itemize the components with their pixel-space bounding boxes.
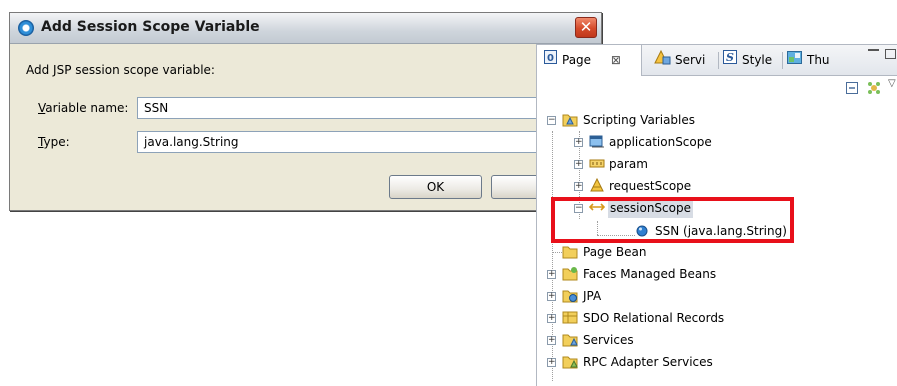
rpc-adapter-icon — [562, 354, 578, 369]
tab-close-icon[interactable]: ⊠ — [611, 53, 621, 67]
expand-toggle-icon[interactable]: + — [574, 182, 583, 191]
tab-separator — [782, 52, 783, 69]
collapse-toggle-icon[interactable]: − — [547, 116, 556, 125]
dialog-description: Add JSP session scope variable: — [26, 63, 215, 77]
style-icon: S — [723, 46, 738, 76]
expand-toggle-icon[interactable]: + — [547, 358, 556, 367]
collapse-all-icon[interactable] — [846, 82, 859, 98]
tree-label: requestScope — [609, 179, 692, 193]
thumbnails-icon — [787, 46, 803, 76]
page-view-icon: 0 — [544, 46, 558, 76]
maximize-icon[interactable] — [885, 49, 896, 59]
tree-label: applicationScope — [609, 135, 712, 149]
minimize-icon[interactable] — [868, 49, 879, 59]
view-toolbar: ▽ — [537, 76, 897, 102]
type-input[interactable]: java.lang.String — [137, 131, 597, 153]
jpa-icon — [562, 288, 578, 303]
highlight-box — [551, 197, 794, 243]
param-icon — [589, 156, 605, 171]
tab-page[interactable]: 0 Page ⊠ — [537, 45, 642, 76]
services-icon — [653, 46, 671, 76]
sdo-records-icon — [562, 310, 578, 325]
application-scope-icon — [589, 134, 605, 149]
close-button[interactable]: ✕ — [575, 17, 597, 38]
tab-page-label: Page — [562, 53, 592, 67]
tree-label: Scripting Variables — [583, 113, 696, 127]
add-session-scope-variable-dialog: Add Session Scope Variable ✕ Add JSP ses… — [9, 12, 602, 211]
tree-label: Faces Managed Beans — [583, 267, 717, 281]
page-bean-folder-icon — [562, 244, 578, 259]
type-label: Type: — [38, 135, 70, 149]
folder-variables-icon — [562, 112, 578, 127]
tree-label: SDO Relational Records — [583, 311, 725, 325]
tab-style[interactable]: S Style — [723, 45, 779, 75]
view-menu-icon[interactable]: ▽ — [888, 78, 896, 89]
variable-name-label: Variable name: — [38, 101, 129, 115]
dialog-title-bar[interactable]: Add Session Scope Variable ✕ — [10, 13, 601, 44]
tab-services[interactable]: Servi — [653, 45, 715, 75]
tree-label: Services — [583, 333, 634, 347]
expand-toggle-icon[interactable]: + — [574, 160, 583, 169]
expand-toggle-icon[interactable]: + — [547, 292, 556, 301]
expand-toggle-icon[interactable]: + — [547, 336, 556, 345]
tree-label: Page Bean — [583, 245, 647, 259]
svg-text:0: 0 — [547, 53, 554, 64]
tree-label: param — [609, 157, 648, 171]
svg-text:S: S — [726, 51, 734, 64]
tab-thumbnails[interactable]: Thu — [787, 45, 841, 75]
expand-toggle-icon[interactable]: + — [574, 138, 583, 147]
ok-button[interactable]: OK — [389, 175, 482, 199]
tab-services-label: Servi — [675, 53, 706, 67]
application-icon — [18, 20, 34, 36]
tab-style-label: Style — [742, 53, 773, 67]
faces-beans-folder-icon — [562, 266, 578, 281]
tab-separator — [718, 52, 719, 69]
tree-label: RPC Adapter Services — [583, 355, 713, 369]
dialog-title: Add Session Scope Variable — [41, 19, 260, 35]
services-folder-icon — [562, 332, 578, 347]
expand-toggle-icon[interactable]: + — [547, 314, 556, 323]
view-tab-bar: 0 Page ⊠ Servi S Style Thu — [537, 45, 897, 76]
tree-label: JPA — [583, 289, 602, 303]
variable-name-input[interactable]: SSN — [137, 97, 597, 119]
expand-toggle-icon[interactable]: + — [547, 270, 556, 279]
request-scope-icon — [589, 177, 605, 193]
add-data-icon[interactable] — [866, 80, 882, 99]
tab-thumbnails-label: Thu — [807, 53, 830, 67]
